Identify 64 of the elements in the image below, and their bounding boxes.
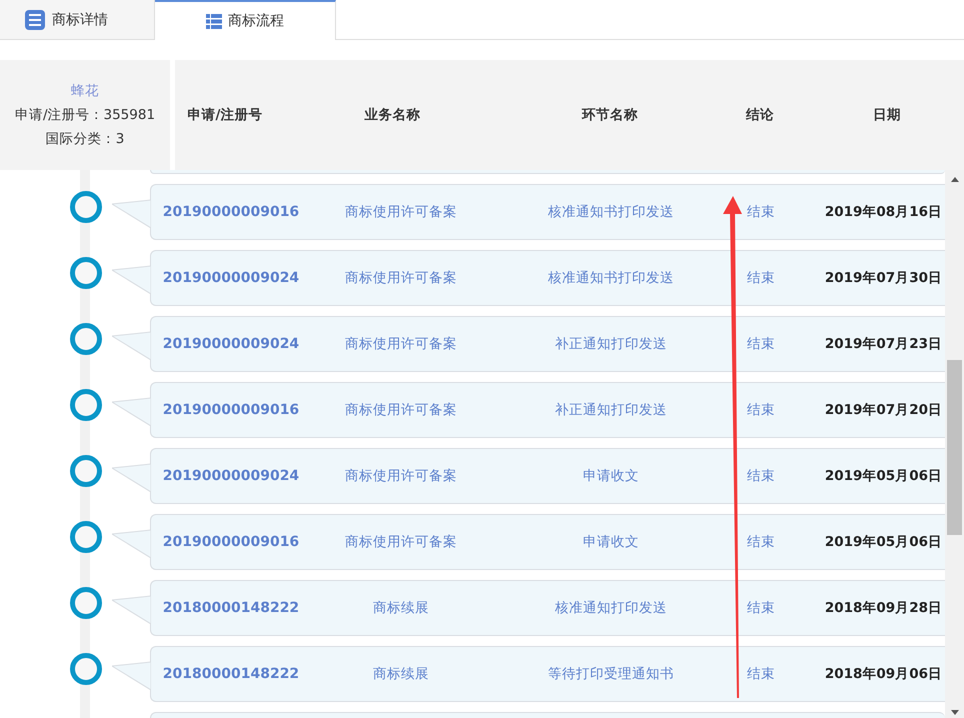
step-name: 等待打印受理通知书 — [547, 665, 675, 683]
date: 2019年07月30日 — [824, 269, 943, 287]
date: 2018年09月06日 — [824, 665, 943, 683]
timeline-node — [70, 389, 102, 421]
timeline-node — [70, 191, 102, 223]
scroll-up-icon[interactable] — [950, 177, 958, 182]
timeline-node — [70, 653, 102, 685]
date: 2019年05月06日 — [824, 467, 943, 485]
registration-number: 20190000009016 — [162, 534, 300, 550]
registration-number: 申请/注册号：355981 — [14, 106, 156, 124]
business-name: 商标使用许可备案 — [344, 467, 458, 485]
registration-number: 20190000009024 — [162, 270, 300, 286]
business-name: 商标使用许可备案 — [344, 401, 458, 419]
result: 结束 — [746, 599, 776, 617]
date: 2018年09月28日 — [824, 599, 943, 617]
column-header: 业务名称 — [364, 106, 422, 124]
date: 2019年05月06日 — [824, 533, 943, 551]
timeline-node — [70, 521, 102, 553]
step-name: 核准通知书打印发送 — [547, 269, 675, 287]
business-name: 商标使用许可备案 — [344, 533, 458, 551]
step-name: 补正通知打印发送 — [554, 335, 668, 353]
step-name: 补正通知打印发送 — [554, 401, 668, 419]
step-name: 申请收文 — [582, 533, 640, 551]
timeline-node — [70, 323, 102, 355]
result: 结束 — [746, 401, 776, 419]
registration-number: 20190000009016 — [162, 402, 300, 418]
international-class: 国际分类：3 — [46, 130, 124, 148]
column-header: 日期 — [872, 106, 902, 124]
registration-number: 20180000148222 — [162, 600, 300, 616]
timeline-node — [70, 587, 102, 619]
date: 2019年07月23日 — [824, 335, 943, 353]
column-header: 申请/注册号 — [186, 106, 264, 124]
tab[interactable]: 商标流程 — [155, 0, 336, 40]
scroll-thumb[interactable] — [947, 360, 962, 535]
business-name: 商标使用许可备案 — [344, 335, 458, 353]
business-name: 商标续展 — [372, 665, 430, 683]
list-icon — [206, 14, 222, 28]
notepad-icon — [24, 8, 46, 30]
timeline-node — [70, 257, 102, 289]
result: 结束 — [746, 533, 776, 551]
step-name: 申请收文 — [582, 467, 640, 485]
business-name: 商标续展 — [372, 599, 430, 617]
scrollbar[interactable] — [945, 170, 964, 718]
registration-number: 20180000148222 — [162, 666, 300, 682]
column-header: 结论 — [744, 106, 775, 124]
registration-number: 20190000009024 — [162, 336, 300, 352]
result: 结束 — [746, 269, 776, 287]
date: 2019年08月16日 — [824, 203, 943, 221]
date: 2019年07月20日 — [824, 401, 943, 419]
business-name: 商标使用许可备案 — [344, 269, 458, 287]
business-name: 商标使用许可备案 — [344, 203, 458, 221]
step-name: 核准通知打印发送 — [554, 599, 668, 617]
trademark-name: 蜂花 — [71, 82, 99, 100]
result: 结束 — [746, 335, 776, 353]
registration-number: 20190000009024 — [162, 468, 300, 484]
result: 结束 — [746, 203, 776, 221]
registration-number: 20190000009016 — [162, 204, 300, 220]
column-header: 环节名称 — [580, 106, 639, 124]
result: 结束 — [746, 467, 776, 485]
scroll-down-icon[interactable] — [950, 710, 958, 715]
result: 结束 — [746, 665, 776, 683]
step-name: 核准通知书打印发送 — [547, 203, 675, 221]
timeline-node — [70, 455, 102, 487]
tab[interactable]: 商标详情 — [0, 0, 155, 39]
